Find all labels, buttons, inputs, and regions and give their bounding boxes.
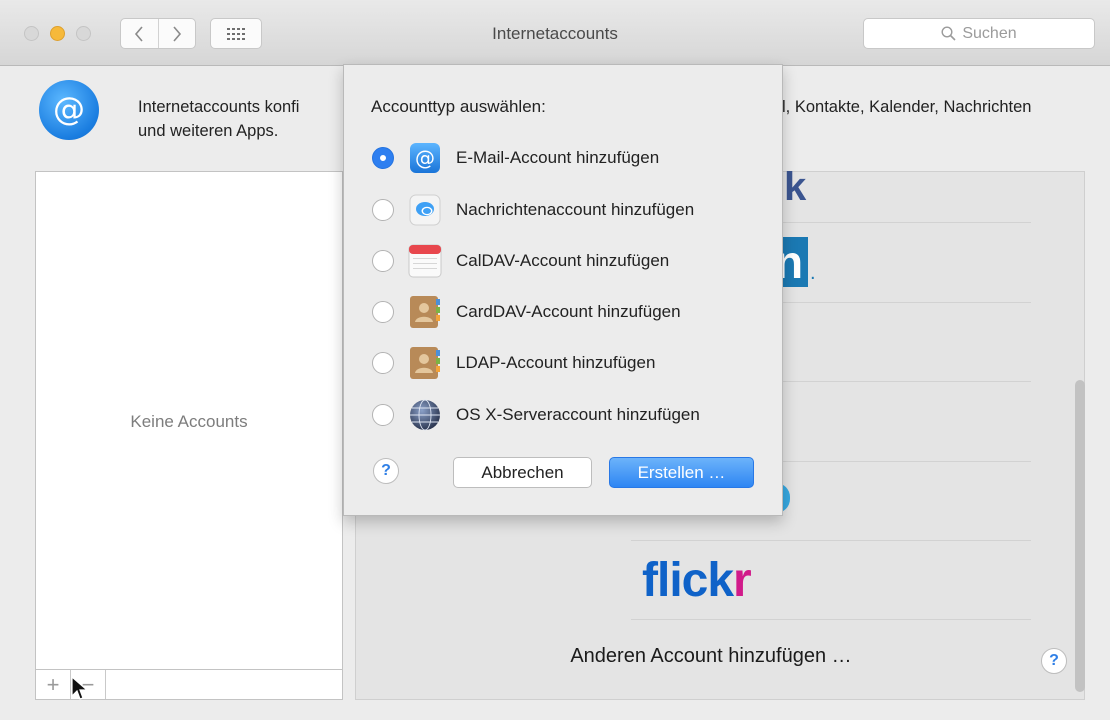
show-all-button[interactable] <box>210 18 262 49</box>
option-osx-server-account[interactable]: OS X-Serveraccount hinzufügen <box>372 398 700 432</box>
contacts-icon <box>410 296 440 328</box>
option-ldap-account[interactable]: LDAP-Account hinzufügen <box>372 346 655 380</box>
back-button[interactable] <box>121 19 158 48</box>
mail-at-icon: @ <box>410 143 440 173</box>
other-account-item[interactable]: Anderen Account hinzufügen … <box>355 645 1067 668</box>
radio-unselected[interactable] <box>372 199 394 221</box>
radio-unselected[interactable] <box>372 301 394 323</box>
option-label: Nachrichtenaccount hinzufügen <box>456 200 695 219</box>
contacts-icon <box>410 347 440 379</box>
scrollbar-thumb[interactable] <box>1075 380 1085 692</box>
account-type-sheet: Accounttyp auswählen: @ E-Mail-Account h… <box>343 64 783 516</box>
option-label: CardDAV-Account hinzufügen <box>456 302 681 321</box>
minimize-window-button[interactable] <box>50 26 65 41</box>
svg-text:@: @ <box>415 146 435 170</box>
list-buttons-spacer <box>106 670 342 699</box>
option-caldav-account[interactable]: CalDAV-Account hinzufügen <box>372 244 669 278</box>
option-messages-account[interactable]: Nachrichtenaccount hinzufügen <box>372 193 694 227</box>
empty-accounts-message: Keine Accounts <box>130 412 248 431</box>
radio-unselected[interactable] <box>372 250 394 272</box>
search-icon <box>941 26 956 41</box>
option-carddav-account[interactable]: CardDAV-Account hinzufügen <box>372 295 681 329</box>
zoom-window-button[interactable] <box>76 26 91 41</box>
create-button[interactable]: Erstellen … <box>609 457 754 488</box>
header-line-1: Internetaccounts konfi <box>138 98 300 116</box>
chevron-left-icon <box>135 25 143 42</box>
header-description: Internetaccounts konfi und weiteren Apps… <box>138 95 299 143</box>
cancel-button[interactable]: Abbrechen <box>453 457 592 488</box>
mail-at-icon-wrap: @ <box>408 141 442 175</box>
chevron-right-icon <box>173 25 181 42</box>
flickr-logo-part1: flick <box>642 554 734 607</box>
calendar-icon-wrap <box>408 244 442 278</box>
header-line-1-continued: l, Kontakte, Kalender, Nachrichten <box>782 98 1032 116</box>
globe-icon <box>410 399 440 431</box>
search-placeholder: Suchen <box>962 24 1017 42</box>
svg-text:@: @ <box>53 90 85 128</box>
accounts-list[interactable]: Keine Accounts <box>35 171 343 670</box>
radio-selected[interactable] <box>372 147 394 169</box>
linkedin-logo-partial[interactable]: n <box>783 237 808 287</box>
option-label: OS X-Serveraccount hinzufügen <box>456 405 700 424</box>
facebook-logo-partial[interactable]: k <box>784 165 806 209</box>
sheet-title: Accounttyp auswählen: <box>371 97 546 116</box>
search-field[interactable]: Suchen <box>863 18 1095 49</box>
messages-icon <box>409 194 441 226</box>
option-label: LDAP-Account hinzufügen <box>456 353 656 372</box>
messages-icon-wrap <box>408 193 442 227</box>
globe-icon-wrap <box>408 398 442 432</box>
radio-unselected[interactable] <box>372 404 394 426</box>
calendar-icon <box>408 244 442 278</box>
linkedin-logo-dot: . <box>810 262 816 284</box>
provider-separator <box>631 540 1031 541</box>
mouse-cursor-icon <box>71 676 88 700</box>
flickr-logo-part2: r <box>733 554 752 607</box>
option-label: E-Mail-Account hinzufügen <box>456 148 660 167</box>
grid-icon <box>227 27 245 40</box>
window-toolbar: Internetaccounts Suchen <box>0 0 1110 66</box>
contacts-icon-wrap <box>408 346 442 380</box>
internet-accounts-icon: @ <box>39 80 99 140</box>
option-label: CalDAV-Account hinzufügen <box>456 251 670 270</box>
provider-separator <box>631 619 1031 620</box>
option-email-account[interactable]: @ E-Mail-Account hinzufügen <box>372 141 659 175</box>
add-account-button[interactable]: + <box>36 670 71 699</box>
at-sign-icon: @ <box>53 90 85 128</box>
help-button[interactable]: ? <box>1041 648 1067 674</box>
header-line-2: und weiteren Apps. <box>138 122 279 140</box>
radio-unselected[interactable] <box>372 352 394 374</box>
contacts-icon-wrap <box>408 295 442 329</box>
close-window-button[interactable] <box>24 26 39 41</box>
forward-button[interactable] <box>157 19 196 48</box>
sheet-help-button[interactable]: ? <box>373 458 399 484</box>
navigation-buttons <box>120 18 196 49</box>
flickr-provider[interactable]: flickr <box>642 553 752 609</box>
